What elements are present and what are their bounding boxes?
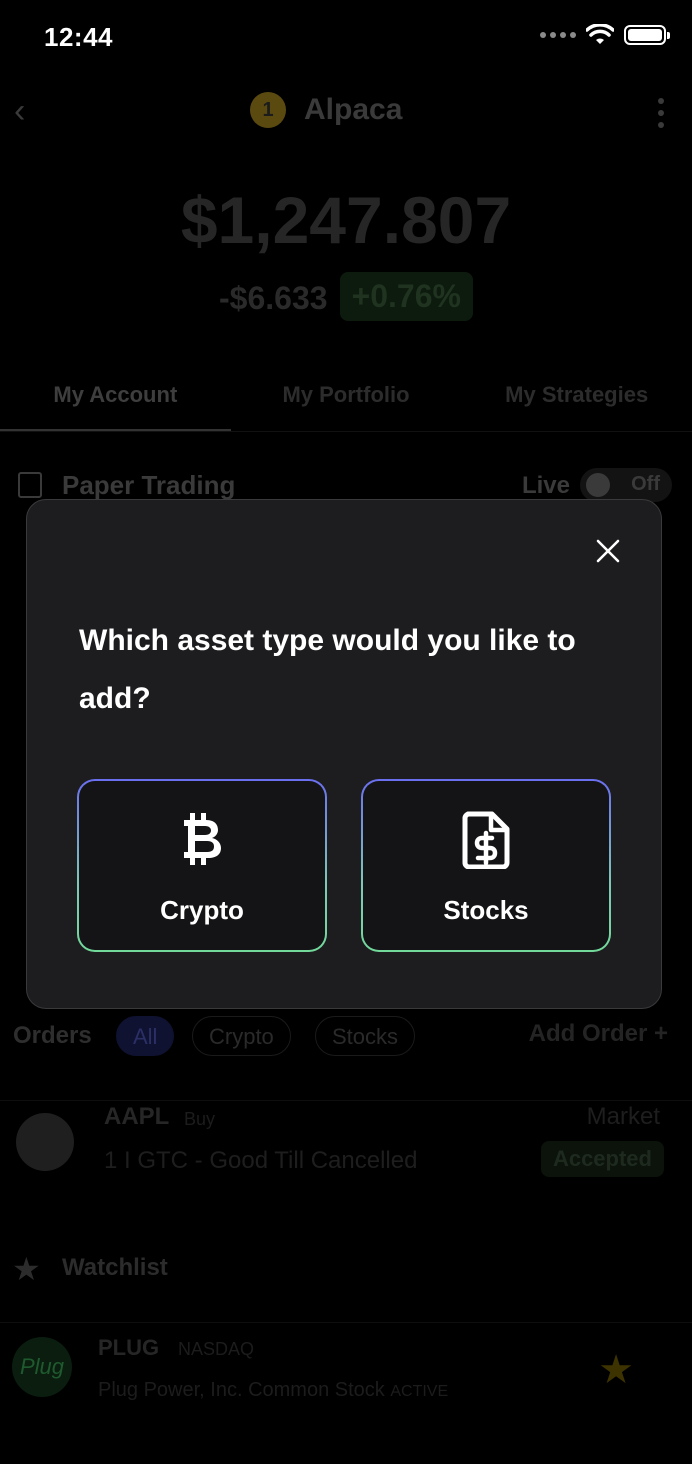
change-percent-badge: +0.76% [339,272,473,321]
orders-header: Orders All Crypto Stocks Add Order + [0,1016,692,1066]
paper-trading-label: Paper Trading [62,470,236,500]
asset-type-modal: Which asset type would you like to add? … [26,499,662,1009]
watchlist-header: ★ Watchlist [0,1250,692,1290]
tab-my-strategies[interactable]: My Strategies [461,372,692,431]
signal-icon [540,32,576,38]
live-toggle[interactable]: Off [580,468,672,502]
account-balance: $1,247.807 [180,183,512,257]
tab-my-portfolio[interactable]: My Portfolio [231,372,462,431]
watchlist-row[interactable]: Plug PLUG NASDAQ Plug Power, Inc. Common… [0,1322,692,1418]
toggle-knob [586,473,610,497]
document-icon [18,472,42,498]
dollar-document-icon [462,811,510,869]
favorite-star-icon[interactable]: ★ [598,1347,634,1393]
close-icon[interactable] [595,538,621,564]
modal-question: Which asset type would you like to add? [79,624,576,715]
back-chevron-icon[interactable]: ‹ [14,92,25,131]
status-time: 12:44 [44,22,113,52]
order-description: 1 I GTC - Good Till Cancelled [104,1147,418,1174]
plug-logo-icon: Plug [12,1337,72,1397]
add-order-button[interactable]: Add Order + [529,1020,668,1048]
status-icons [540,24,670,46]
bitcoin-icon [184,813,221,865]
battery-icon [624,25,670,45]
wifi-icon [586,24,614,44]
change-absolute: -$6.633 [219,280,328,316]
nav-bar: ‹ 1 Alpaca [0,72,692,148]
alpaca-coin-icon: 1 [250,92,286,128]
order-row[interactable]: AAPL Buy 1 I GTC - Good Till Cancelled M… [0,1100,692,1180]
crypto-option-label: Crypto [160,895,244,925]
watch-symbol: PLUG [98,1335,160,1360]
order-side: Buy [184,1109,216,1129]
tab-my-account[interactable]: My Account [0,372,231,431]
plus-icon: + [653,1020,668,1047]
watch-status: ACTIVE [390,1383,449,1400]
order-status-badge: Accepted [540,1141,664,1177]
watch-exchange: NASDAQ [178,1339,255,1359]
filter-crypto-pill[interactable]: Crypto [192,1016,291,1056]
add-order-label: Add Order [528,1020,648,1047]
crypto-option-button[interactable]: Crypto [77,779,327,952]
watchlist-title: Watchlist [62,1254,168,1281]
watch-company-name: Plug Power, Inc. Common Stock [98,1379,385,1401]
status-bar: 12:44 [0,0,692,72]
brand: 1 Alpaca [250,92,402,128]
account-tabs: My Account My Portfolio My Strategies [0,372,692,432]
page-title: Alpaca [304,93,403,126]
watch-name-line: Plug Power, Inc. Common Stock ACTIVE [98,1379,448,1402]
filter-all-pill[interactable]: All [116,1016,175,1056]
order-type: Market [586,1103,660,1130]
order-symbol: AAPL [104,1103,170,1130]
orders-title: Orders [13,1022,92,1049]
toggle-state-label: Off [631,473,660,495]
balance-change: -$6.633 +0.76% [0,272,692,321]
filter-stocks-pill[interactable]: Stocks [315,1016,416,1056]
star-icon: ★ [12,1251,41,1287]
stocks-option-label: Stocks [443,895,529,925]
live-label: Live [521,472,570,499]
stocks-option-button[interactable]: Stocks [361,779,611,952]
apple-logo-icon [16,1113,74,1171]
more-menu-icon[interactable] [658,98,664,128]
